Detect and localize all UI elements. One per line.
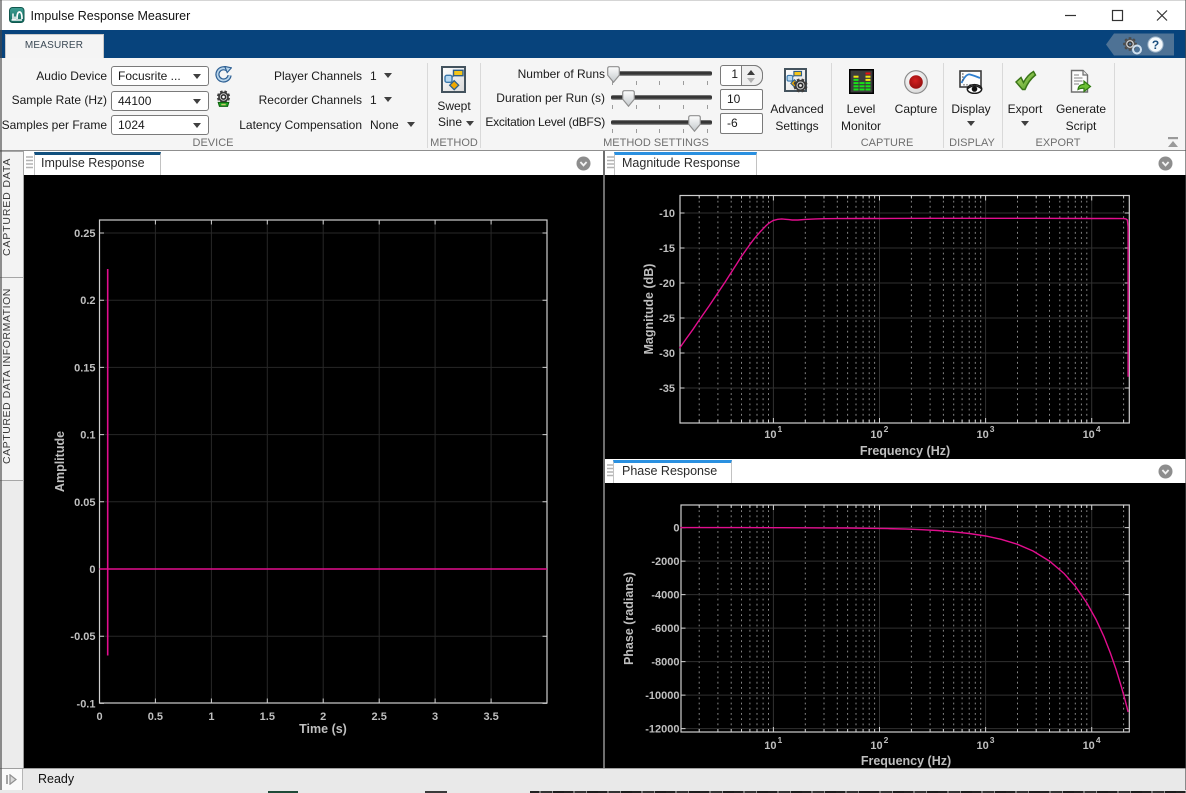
svg-text:-20: -20 [659, 278, 675, 290]
svg-text:3: 3 [432, 711, 438, 723]
svg-text:-30: -30 [659, 348, 675, 360]
svg-text:3: 3 [990, 424, 995, 434]
svg-text:Phase (radians): Phase (radians) [622, 572, 636, 665]
svg-text:10: 10 [764, 740, 776, 752]
svg-text:4: 4 [1096, 735, 1101, 745]
svg-text:-35: -35 [659, 383, 675, 395]
svg-text:10: 10 [1083, 429, 1095, 441]
svg-text:Frequency (Hz): Frequency (Hz) [860, 444, 950, 458]
svg-text:-6000: -6000 [651, 623, 679, 635]
svg-text:0: 0 [96, 711, 102, 723]
svg-text:10: 10 [870, 740, 882, 752]
svg-text:4: 4 [1096, 424, 1101, 434]
svg-text:Amplitude: Amplitude [53, 431, 67, 492]
svg-text:-12000: -12000 [645, 724, 679, 736]
svg-text:3: 3 [990, 735, 995, 745]
svg-text:1: 1 [778, 735, 783, 745]
svg-text:10: 10 [870, 429, 882, 441]
svg-text:2: 2 [884, 735, 889, 745]
svg-text:Frequency (Hz): Frequency (Hz) [861, 754, 951, 768]
svg-text:10: 10 [1083, 740, 1095, 752]
svg-text:-0.1: -0.1 [77, 698, 96, 710]
svg-text:-2000: -2000 [651, 556, 679, 568]
svg-text:?: ? [1152, 38, 1159, 52]
svg-text:0.2: 0.2 [80, 295, 95, 307]
svg-text:1: 1 [208, 711, 214, 723]
svg-text:2: 2 [884, 424, 889, 434]
svg-text:3.5: 3.5 [483, 711, 498, 723]
svg-text:10: 10 [976, 429, 988, 441]
svg-text:-4000: -4000 [651, 590, 679, 602]
svg-text:-15: -15 [659, 243, 675, 255]
svg-text:-25: -25 [659, 313, 675, 325]
svg-text:-0.05: -0.05 [70, 631, 95, 643]
svg-text:0: 0 [673, 523, 679, 535]
svg-text:0.05: 0.05 [74, 497, 95, 509]
svg-text:0.5: 0.5 [148, 711, 163, 723]
svg-text:1: 1 [778, 424, 783, 434]
svg-text:Magnitude (dB): Magnitude (dB) [642, 264, 656, 355]
svg-text:Time (s): Time (s) [299, 722, 347, 736]
svg-text:10: 10 [976, 740, 988, 752]
svg-text:0: 0 [89, 564, 95, 576]
svg-text:-10000: -10000 [645, 690, 679, 702]
svg-text:0.25: 0.25 [74, 228, 95, 240]
svg-text:-8000: -8000 [651, 657, 679, 669]
svg-text:1.5: 1.5 [260, 711, 275, 723]
svg-text:2.5: 2.5 [372, 711, 387, 723]
svg-text:0.15: 0.15 [74, 362, 95, 374]
svg-text:-10: -10 [659, 208, 675, 220]
svg-text:0.1: 0.1 [80, 430, 95, 442]
svg-text:10: 10 [764, 429, 776, 441]
